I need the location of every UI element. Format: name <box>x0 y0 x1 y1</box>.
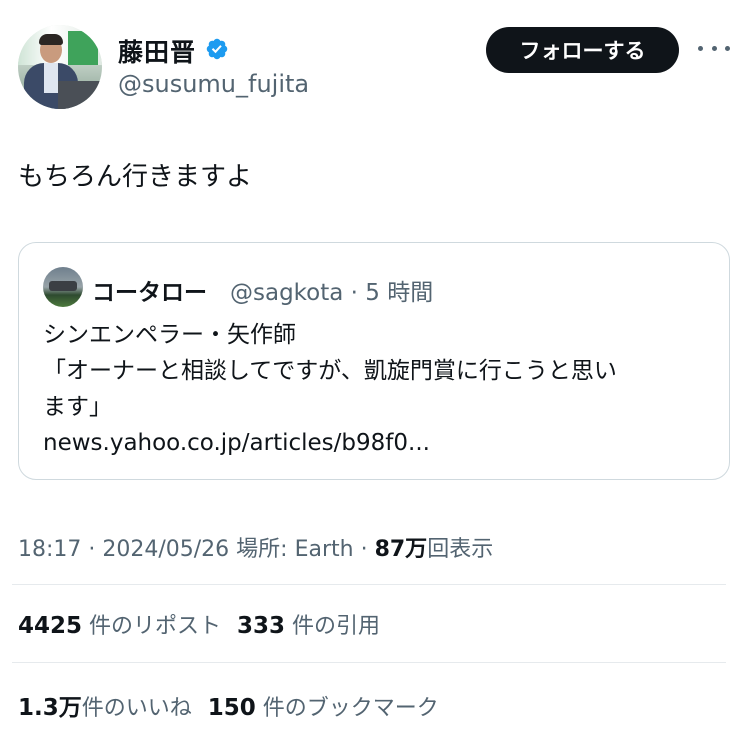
quotes-stat[interactable]: 333 件の引用 <box>237 613 381 639</box>
quoted-author-name: コータロー <box>92 280 207 306</box>
quoted-author-handle-time: @sagkota · 5 時間 <box>230 280 434 306</box>
quoted-line: ます」 <box>43 394 112 420</box>
quotes-label: 件の引用 <box>292 614 381 639</box>
quoted-tweet-body: シンエンペラー・矢作師 「オーナーと相談してですが、凱旋門賞に行こうと思い ます… <box>43 317 713 461</box>
tweet-timestamp[interactable]: 18:17 · 2024/05/26 場所: Earth · <box>18 537 375 562</box>
likes-stat[interactable]: 1.3万件のいいね <box>18 695 192 721</box>
stats-row-reposts: 4425 件のリポスト 333 件の引用 <box>18 608 380 640</box>
divider <box>12 662 726 663</box>
views-label: 回表示 <box>427 537 494 562</box>
reposts-stat[interactable]: 4425 件のリポスト <box>18 613 222 639</box>
quoted-link[interactable]: news.yahoo.co.jp/articles/b98f0... <box>43 425 713 461</box>
bookmarks-stat[interactable]: 150 件のブックマーク <box>207 695 439 721</box>
views-count: 87万 <box>374 537 428 562</box>
author-display-name[interactable]: 藤田晋 <box>118 33 196 69</box>
author-handle[interactable]: @susumu_fujita <box>118 70 309 98</box>
quotes-count: 333 <box>237 613 286 639</box>
reposts-label: 件のリポスト <box>89 614 222 639</box>
stats-row-likes: 1.3万件のいいね 150 件のブックマーク <box>18 688 439 722</box>
quoted-author-avatar <box>43 267 83 307</box>
divider <box>12 584 726 585</box>
more-dot <box>698 45 703 51</box>
tweet-meta: 18:17 · 2024/05/26 場所: Earth · 87万回表示 <box>18 531 493 563</box>
bookmarks-label: 件のブックマーク <box>262 696 439 721</box>
more-options-icon[interactable] <box>698 36 730 60</box>
likes-label: 件のいいね <box>81 696 192 721</box>
reposts-count: 4425 <box>18 613 83 639</box>
more-dot <box>711 45 717 51</box>
author-avatar[interactable] <box>18 25 102 109</box>
avatar-green-panel <box>68 31 98 65</box>
avatar-stadium <box>49 281 77 291</box>
avatar-laptop <box>58 81 102 109</box>
verified-badge-icon <box>206 38 228 60</box>
bookmarks-count: 150 <box>207 695 256 721</box>
avatar-hair <box>39 34 63 45</box>
follow-button[interactable]: フォローする <box>486 27 679 73</box>
more-dot <box>725 45 730 51</box>
likes-count: 1.3万 <box>18 695 82 721</box>
quoted-tweet-card[interactable]: コータロー @sagkota · 5 時間 シンエンペラー・矢作師 「オーナーと… <box>18 242 730 480</box>
quoted-line: 「オーナーと相談してですが、凱旋門賞に行こうと思い <box>43 358 617 384</box>
avatar-shirt <box>44 63 58 93</box>
quoted-line: シンエンペラー・矢作師 <box>43 322 296 348</box>
tweet-text: もちろん行きますよ <box>18 162 253 192</box>
